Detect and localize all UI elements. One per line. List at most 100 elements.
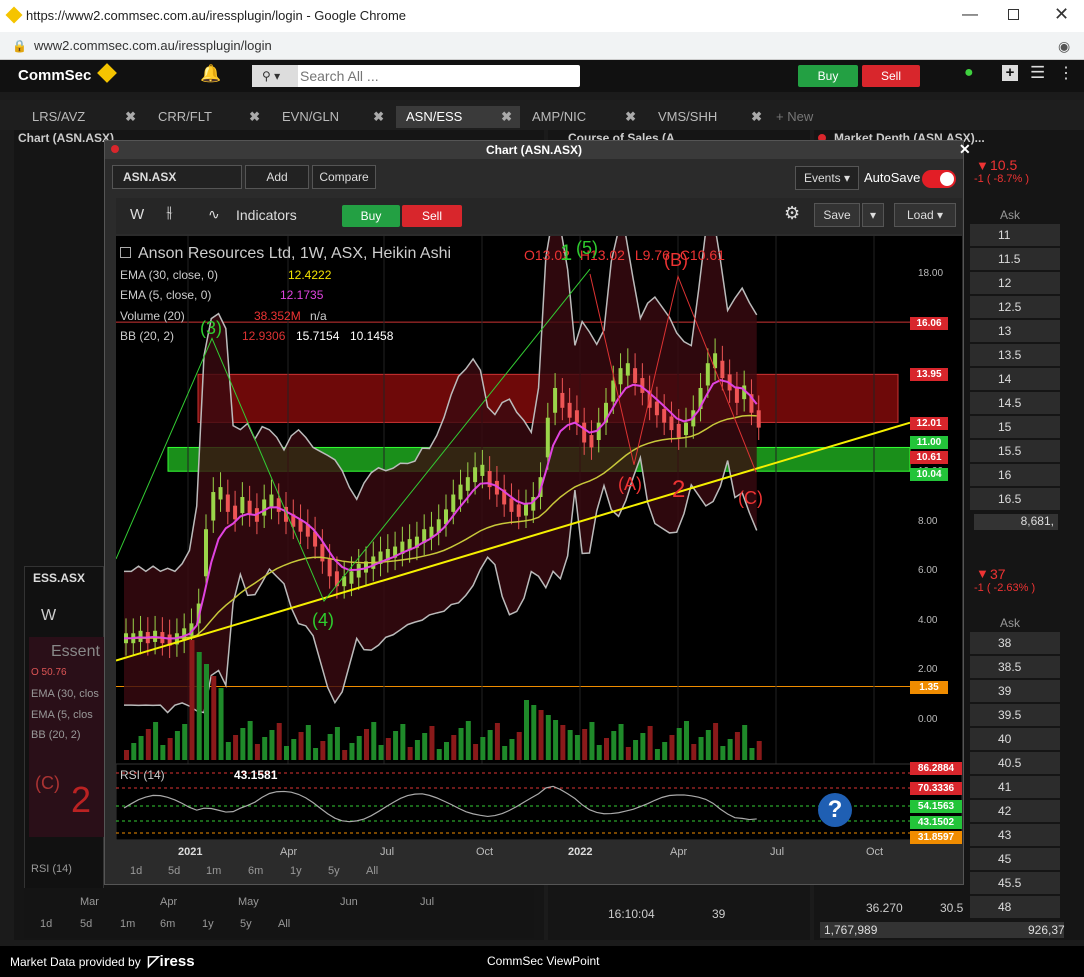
search-icon[interactable]: ⚲ ▾ — [252, 65, 298, 87]
volume-bar — [742, 725, 748, 760]
tab-label: AMP/NIC — [532, 109, 587, 124]
range-5d-button[interactable]: 5d — [168, 865, 180, 877]
range-all-button[interactable]: All — [366, 865, 378, 877]
cos-qty: 39 — [712, 907, 726, 921]
candle — [560, 392, 565, 408]
chart-plot[interactable] — [116, 236, 962, 840]
settings-gear-icon[interactable]: ⚙ — [784, 203, 800, 224]
depth-down-icon: ▼ — [976, 158, 989, 173]
depth-total: 8,681, — [974, 514, 1058, 530]
close-tab-icon[interactable]: ✖ — [625, 106, 636, 128]
depth2-down-icon: ▼ — [976, 566, 989, 581]
candle — [138, 630, 143, 642]
tab-vms-shh[interactable]: VMS/SHH ✖ — [648, 106, 770, 128]
close-tab-icon[interactable]: ✖ — [501, 106, 512, 128]
volume-bar — [247, 721, 253, 760]
tab-amp-nic[interactable]: AMP/NIC ✖ — [522, 106, 644, 128]
depth-ask-row: 12.5 — [970, 296, 1060, 318]
lightbulb-icon[interactable]: ● — [964, 64, 974, 82]
ess-range-1m[interactable]: 1m — [120, 918, 135, 930]
minimize-icon[interactable]: — — [962, 6, 978, 24]
volume-bar — [604, 738, 609, 760]
brand-diamond-icon — [97, 63, 117, 83]
close-tab-icon[interactable]: ✖ — [373, 106, 384, 128]
tab-crr-flt[interactable]: CRR/FLT ✖ — [148, 106, 268, 128]
indicators-button[interactable]: Indicators — [236, 207, 297, 223]
close-tab-icon[interactable]: ✖ — [125, 106, 136, 128]
range-1d-button[interactable]: 1d — [130, 865, 142, 877]
add-panel-icon[interactable]: + — [1002, 65, 1018, 81]
range-5y-button[interactable]: 5y — [328, 865, 340, 877]
collapse-legend-icon[interactable] — [120, 247, 131, 258]
depth2-ask-row: 42 — [970, 800, 1060, 822]
volume-bar — [364, 729, 369, 760]
autosave-toggle[interactable] — [922, 170, 956, 188]
interval-button[interactable]: W — [130, 206, 144, 223]
close-chart-icon[interactable]: ✕ — [959, 141, 971, 158]
search-input[interactable] — [300, 66, 570, 86]
compare-button[interactable]: Compare — [312, 165, 376, 189]
chart-sell-button[interactable]: Sell — [402, 205, 462, 227]
chart-buy-button[interactable]: Buy — [342, 205, 400, 227]
volume-bar — [676, 728, 682, 760]
volume-bar — [182, 724, 188, 760]
candle — [262, 499, 267, 516]
close-tab-icon[interactable]: ✖ — [249, 106, 260, 128]
ess-x-label: Jul — [420, 896, 435, 908]
help-icon[interactable]: ? — [818, 793, 852, 827]
close-window-icon[interactable]: ✕ — [1054, 4, 1069, 25]
menu-icon[interactable]: ☰ — [1030, 63, 1045, 83]
ess-range-1d[interactable]: 1d — [40, 918, 52, 930]
close-tab-icon[interactable]: ✖ — [751, 106, 762, 128]
ess-interval[interactable]: W — [41, 607, 56, 625]
range-1y-button[interactable]: 1y — [290, 865, 302, 877]
ess-range-6m[interactable]: 6m — [160, 918, 175, 930]
volume-bar — [436, 749, 442, 760]
ess-range-5d[interactable]: 5d — [80, 918, 92, 930]
ess-range-5y[interactable]: 5y — [240, 918, 252, 930]
ess-wave-2: 2 — [71, 779, 92, 820]
ess-range-1y[interactable]: 1y — [202, 918, 214, 930]
candle-type-icon[interactable]: ⫳ — [166, 204, 173, 222]
maximize-icon[interactable] — [1008, 9, 1019, 20]
range-1m-button[interactable]: 1m — [206, 865, 221, 877]
symbol-input[interactable]: ASN.ASX — [112, 165, 242, 189]
y-tick-label: 8.00 — [918, 515, 938, 527]
candle — [473, 467, 478, 483]
wave-3-label: (3) — [200, 318, 222, 338]
ess-bb: BB (20, 2) — [31, 729, 81, 741]
candle — [582, 422, 587, 443]
depth2-footer-a: 36.270 — [866, 901, 903, 915]
chart-window-header[interactable]: Chart (ASN.ASX) — [105, 141, 963, 159]
volume-bar — [596, 745, 602, 760]
volume-bar — [160, 745, 166, 760]
candle — [611, 380, 616, 402]
new-tab-button[interactable]: + New — [776, 106, 836, 128]
indicators-icon[interactable]: ∿ — [208, 206, 220, 223]
price-tag: 54.1563 — [910, 800, 962, 813]
buy-button[interactable]: Buy — [798, 65, 858, 87]
depth-change: -1 ( -8.7% ) — [974, 173, 1030, 185]
depth2-change: -1 ( -2.63% ) — [974, 582, 1036, 594]
save-dropdown-icon[interactable]: ▾ — [862, 203, 884, 227]
eye-icon[interactable]: ◉ — [1058, 38, 1070, 55]
tab-lrs-avz[interactable]: LRS/AVZ ✖ — [22, 106, 144, 128]
candle — [465, 477, 470, 491]
y-tick-label: 0.00 — [918, 714, 938, 725]
depth-price: 10.5 — [990, 157, 1018, 173]
more-icon[interactable]: ⋮ — [1058, 63, 1074, 83]
range-6m-button[interactable]: 6m — [248, 865, 263, 877]
sell-button[interactable]: Sell — [862, 65, 920, 87]
tab-asn-ess[interactable]: ASN/ESS ✖ — [396, 106, 520, 128]
url-text[interactable]: www2.commsec.com.au/iressplugin/login — [34, 38, 272, 53]
tab-evn-gln[interactable]: EVN/GLN ✖ — [272, 106, 392, 128]
load-dropdown[interactable]: Load ▾ — [894, 203, 956, 227]
price-tag: 16.06 — [910, 317, 948, 330]
add-button[interactable]: Add — [245, 165, 309, 189]
events-dropdown[interactable]: Events ▾ — [795, 166, 859, 190]
save-button[interactable]: Save — [814, 203, 860, 227]
bell-icon[interactable]: 🔔 — [200, 64, 221, 84]
ess-range-all[interactable]: All — [278, 918, 290, 930]
search-box[interactable]: ⚲ ▾ — [252, 65, 580, 87]
address-bar[interactable]: 🔒 www2.commsec.com.au/iressplugin/login … — [0, 32, 1084, 60]
